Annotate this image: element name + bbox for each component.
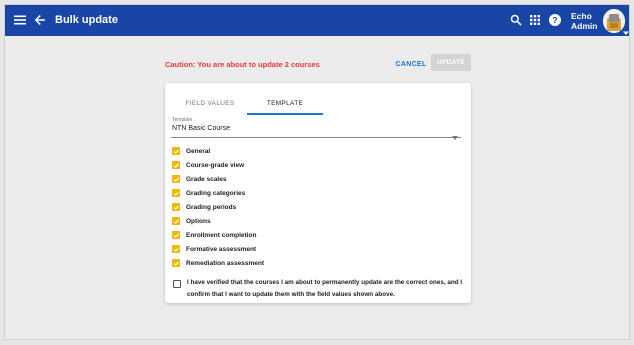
checkbox-checked[interactable] bbox=[172, 175, 180, 183]
option-label: Options bbox=[186, 217, 211, 225]
checkbox-checked[interactable] bbox=[172, 203, 180, 211]
option-grade-scales[interactable]: Grade scales bbox=[172, 174, 226, 184]
checkbox-unchecked[interactable] bbox=[173, 280, 181, 288]
option-options[interactable]: Options bbox=[172, 216, 211, 226]
caution-message: Caution: You are about to update 2 cours… bbox=[165, 60, 320, 69]
template-select[interactable]: Template NTN Basic Course bbox=[171, 117, 461, 140]
checkbox-checked[interactable] bbox=[172, 245, 180, 253]
option-grading-categories[interactable]: Grading categories bbox=[172, 188, 245, 198]
option-enrollment-completion[interactable]: Enrollment completion bbox=[172, 230, 256, 240]
checkbox-checked[interactable] bbox=[172, 259, 180, 267]
tab-field-values[interactable]: FIELD VALUES bbox=[175, 92, 245, 114]
option-grading-periods[interactable]: Grading periods bbox=[172, 202, 236, 212]
top-app-bar: Bulk update ? Echo Admin bbox=[5, 5, 629, 36]
app-window: Bulk update ? Echo Admin Caution: You ar… bbox=[4, 4, 630, 340]
caret-down-icon[interactable] bbox=[623, 23, 629, 35]
option-label: Grade scales bbox=[186, 175, 227, 183]
option-course-grade-view[interactable]: Course-grade view bbox=[172, 160, 244, 170]
checkbox-checked[interactable] bbox=[172, 147, 180, 155]
option-label: Course-grade view bbox=[186, 161, 245, 169]
option-remediation-assessment[interactable]: Remediation assessment bbox=[172, 258, 264, 268]
svg-text:?: ? bbox=[552, 15, 557, 25]
dropdown-arrow-icon bbox=[452, 127, 458, 140]
arrow-back-icon[interactable] bbox=[33, 13, 47, 27]
checkbox-checked[interactable] bbox=[172, 189, 180, 197]
checkbox-checked[interactable] bbox=[172, 161, 180, 169]
bulk-update-card: FIELD VALUES TEMPLATE Template NTN Basic… bbox=[165, 83, 471, 303]
tab-bar: FIELD VALUES TEMPLATE bbox=[165, 92, 471, 115]
apps-grid-icon[interactable] bbox=[529, 14, 541, 26]
menu-icon[interactable] bbox=[13, 13, 27, 27]
option-label: Formative assessment bbox=[186, 245, 257, 253]
template-select-value: NTN Basic Course bbox=[172, 125, 230, 132]
tab-template[interactable]: TEMPLATE bbox=[247, 92, 323, 114]
user-avatar[interactable] bbox=[603, 9, 625, 33]
verify-confirmation-text: I have verified that the courses I am ab… bbox=[187, 279, 463, 298]
update-button[interactable]: UPDATE bbox=[431, 54, 471, 71]
help-icon[interactable]: ? bbox=[548, 13, 562, 27]
option-label: Grading categories bbox=[186, 189, 246, 197]
option-formative-assessment[interactable]: Formative assessment bbox=[172, 244, 256, 254]
option-label: Enrollment completion bbox=[186, 231, 257, 239]
template-select-label: Template bbox=[172, 117, 193, 123]
checkbox-checked[interactable] bbox=[172, 231, 180, 239]
option-label: General bbox=[186, 147, 211, 155]
option-label: Remediation assessment bbox=[186, 259, 265, 267]
search-icon[interactable] bbox=[510, 14, 522, 26]
cancel-button[interactable]: CANCEL bbox=[395, 55, 427, 73]
user-role: Admin bbox=[571, 21, 598, 31]
user-name[interactable]: Echo Admin bbox=[571, 11, 605, 31]
option-general[interactable]: General bbox=[172, 146, 210, 156]
page-title: Bulk update bbox=[55, 14, 118, 26]
option-label: Grading periods bbox=[186, 203, 237, 211]
user-first-name: Echo bbox=[571, 11, 592, 21]
active-tab-indicator bbox=[247, 113, 323, 115]
checkbox-checked[interactable] bbox=[172, 217, 180, 225]
